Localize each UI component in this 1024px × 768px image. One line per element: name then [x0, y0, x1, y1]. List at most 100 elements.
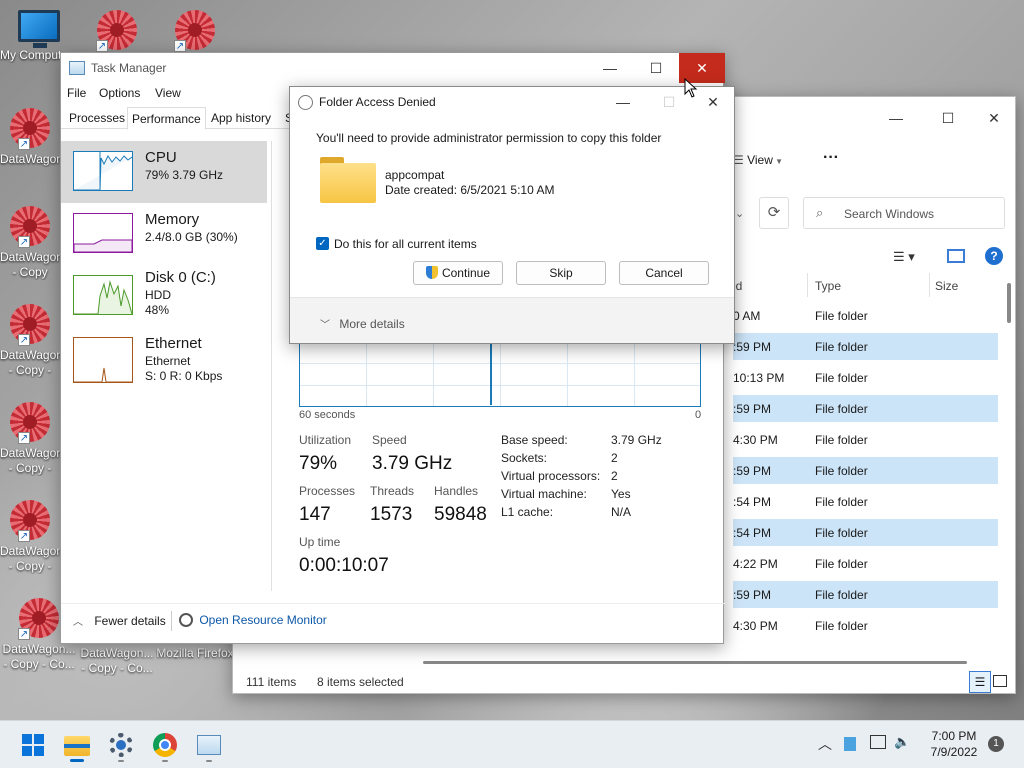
apply-all-checkbox[interactable]: ✓ — [316, 237, 329, 250]
table-row[interactable]: :54 PM File folder — [733, 488, 998, 515]
desktop-icon-label: DataWagon... - Copy - Co... — [2, 642, 76, 671]
tab-app-history[interactable]: App history — [207, 107, 275, 129]
perf-item-disk[interactable]: Disk 0 (C:) HDD 48% — [61, 265, 267, 327]
show-hidden-icons-button[interactable]: ︿ — [818, 734, 832, 754]
datawagon-icon — [10, 206, 50, 246]
more-options-button[interactable]: ··· — [823, 149, 839, 167]
refresh-button[interactable]: ⟳ — [759, 197, 789, 229]
preview-pane-button[interactable] — [947, 249, 965, 263]
continue-button[interactable]: Continue — [413, 261, 503, 285]
menu-options[interactable]: Options — [99, 86, 140, 100]
tab-processes[interactable]: Processes — [65, 107, 129, 129]
footer-divider — [61, 603, 725, 604]
clock-date: 7/9/2022 — [930, 745, 978, 759]
threads-value: 1573 — [370, 504, 413, 525]
details-view-button[interactable]: ☰ — [969, 671, 991, 693]
tiles-view-button[interactable] — [993, 675, 1007, 687]
table-row[interactable]: :59 PM File folder — [733, 395, 998, 422]
chevron-down-icon: ▼ — [772, 157, 784, 166]
desktop-icon-datawagon[interactable]: ↗ DataWagon — [0, 108, 60, 167]
perf-item-name: Ethernet — [145, 335, 202, 352]
start-button[interactable] — [16, 728, 50, 762]
notification-badge[interactable]: 1 — [988, 736, 1004, 752]
more-details-button[interactable]: ﹀ More details — [320, 316, 405, 331]
desktop-icon-firefox[interactable]: Mozilla Firefox — [156, 646, 234, 676]
table-row[interactable]: 4:30 PM File folder — [733, 612, 998, 639]
spec-label: L1 cache: — [501, 505, 554, 519]
minimize-button[interactable]: — — [600, 87, 646, 117]
desktop-icon-label: DataWagon - Copy - C... — [0, 544, 60, 573]
volume-icon[interactable]: 🔈 — [894, 734, 910, 750]
maximize-button[interactable]: ☐ — [633, 53, 679, 83]
table-row[interactable]: 0 AM File folder — [733, 302, 998, 329]
vertical-scrollbar[interactable] — [1007, 283, 1011, 323]
chevron-down-icon: ﹀ — [320, 320, 330, 331]
perf-item-ethernet[interactable]: Ethernet Ethernet S: 0 R: 0 Kbps — [61, 331, 267, 393]
table-row[interactable]: :59 PM File folder — [733, 457, 998, 484]
fewer-details-label: Fewer details — [94, 614, 166, 628]
file-explorer-taskbar-icon[interactable] — [60, 728, 94, 762]
perf-item-detail: 2.4/8.0 GB (30%) — [145, 230, 238, 244]
table-row[interactable]: 10:13 PM File folder — [733, 364, 998, 391]
minimize-button[interactable]: — — [873, 103, 919, 133]
shortcut-arrow-icon: ↗ — [18, 138, 30, 150]
clock[interactable]: 7:00 PM 7/9/2022 — [922, 728, 986, 760]
memory-thumbnail — [73, 213, 133, 253]
perf-item-detail: HDD — [145, 288, 171, 302]
desktop-icon-datawagon-top1[interactable]: ↗ — [78, 10, 156, 54]
menu-view[interactable]: View — [155, 86, 181, 100]
table-row[interactable]: :59 PM File folder — [733, 581, 998, 608]
spec-value: 2 — [611, 451, 618, 465]
help-icon[interactable]: ? — [985, 247, 1003, 265]
settings-taskbar-icon[interactable] — [104, 728, 138, 762]
menu-file[interactable]: File — [67, 86, 86, 100]
table-row[interactable]: :54 PM File folder — [733, 519, 998, 546]
desktop-icon-datawagon-copy6[interactable]: DataWagon... - Copy - Co... — [78, 646, 156, 676]
open-resource-monitor-link[interactable]: Open Resource Monitor — [179, 613, 327, 627]
search-icon: ⌕ — [816, 205, 824, 220]
column-header-size[interactable]: Size — [935, 279, 958, 293]
sort-button[interactable]: ☰ ▾ — [893, 249, 915, 265]
row-type: File folder — [815, 464, 868, 478]
dropdown-chevron-icon[interactable]: ⌄ — [735, 207, 744, 220]
row-type: File folder — [815, 340, 868, 354]
desktop-icon-datawagon-copy4[interactable]: ↗ DataWagon - Copy - C... — [0, 500, 60, 574]
desktop-icon-datawagon-copy[interactable]: ↗ DataWagon - Copy — [0, 206, 60, 280]
maximize-button[interactable]: ☐ — [925, 103, 971, 133]
search-input[interactable]: ⌕ Search Windows — [803, 197, 1005, 229]
perf-item-detail: 79% 3.79 GHz — [145, 168, 224, 182]
shortcut-arrow-icon: ↗ — [174, 40, 186, 52]
perf-item-cpu[interactable]: CPU 79% 3.79 GHz — [61, 141, 267, 203]
cancel-button[interactable]: Cancel — [619, 261, 709, 285]
row-type: File folder — [815, 619, 868, 633]
desktop-icon-datawagon-copy3[interactable]: ↗ DataWagon - Copy - C... — [0, 402, 60, 476]
perf-item-memory[interactable]: Memory 2.4/8.0 GB (30%) — [61, 203, 267, 265]
desktop-icon-label: DataWagon - Copy - C... — [0, 446, 60, 475]
fewer-details-button[interactable]: ︿ Fewer details — [73, 613, 166, 628]
skip-button[interactable]: Skip — [516, 261, 606, 285]
spec-label: Base speed: — [501, 433, 568, 447]
desktop-icon-datawagon-copy2[interactable]: ↗ DataWagon - Copy - C... — [0, 304, 60, 378]
table-row[interactable]: 4:30 PM File folder — [733, 426, 998, 453]
table-row[interactable]: 4:22 PM File folder — [733, 550, 998, 577]
column-header-type[interactable]: Type — [815, 279, 841, 293]
desktop-icon-datawagon-top2[interactable]: ↗ — [156, 10, 234, 54]
tab-performance[interactable]: Performance — [127, 107, 206, 130]
desktop-icon-label: Mozilla Firefox — [156, 646, 234, 660]
datawagon-icon — [10, 108, 50, 148]
minimize-button[interactable]: — — [587, 53, 633, 83]
close-button[interactable]: ✕ — [971, 103, 1017, 133]
view-menu-button[interactable]: ☰ View ▼ — [733, 153, 783, 167]
perf-item-throughput: S: 0 R: 0 Kbps — [145, 369, 223, 383]
graph-zero-label: 0 — [695, 409, 702, 421]
chrome-taskbar-icon[interactable] — [148, 728, 182, 762]
tray-app-icon[interactable] — [844, 737, 856, 751]
task-manager-taskbar-icon[interactable] — [192, 728, 226, 762]
row-date: 10:13 PM — [733, 371, 785, 385]
network-icon[interactable] — [870, 735, 886, 749]
clock-time: 7:00 PM — [931, 729, 977, 743]
horizontal-scrollbar[interactable] — [423, 661, 967, 664]
perf-item-name: CPU — [145, 149, 177, 166]
table-row[interactable]: :59 PM File folder — [733, 333, 998, 360]
spec-label: Virtual processors: — [501, 469, 601, 483]
